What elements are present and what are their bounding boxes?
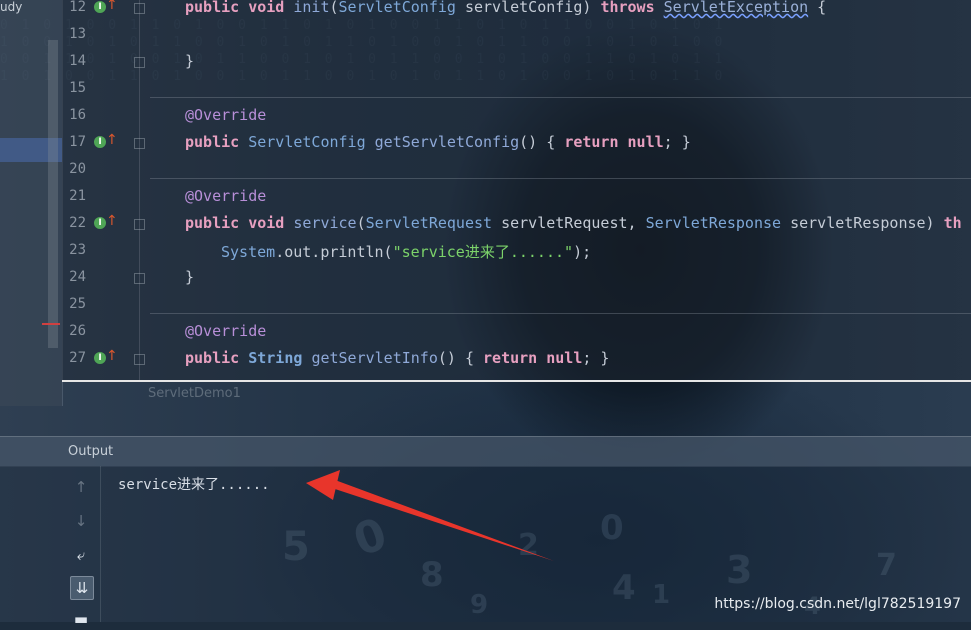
annotation-arrow: [306, 470, 554, 561]
annotation-arrow-head: [306, 470, 340, 500]
annotation-arrow-shaft: [332, 480, 554, 561]
watermark: https://blog.csdn.net/lgl782519197: [714, 596, 961, 612]
